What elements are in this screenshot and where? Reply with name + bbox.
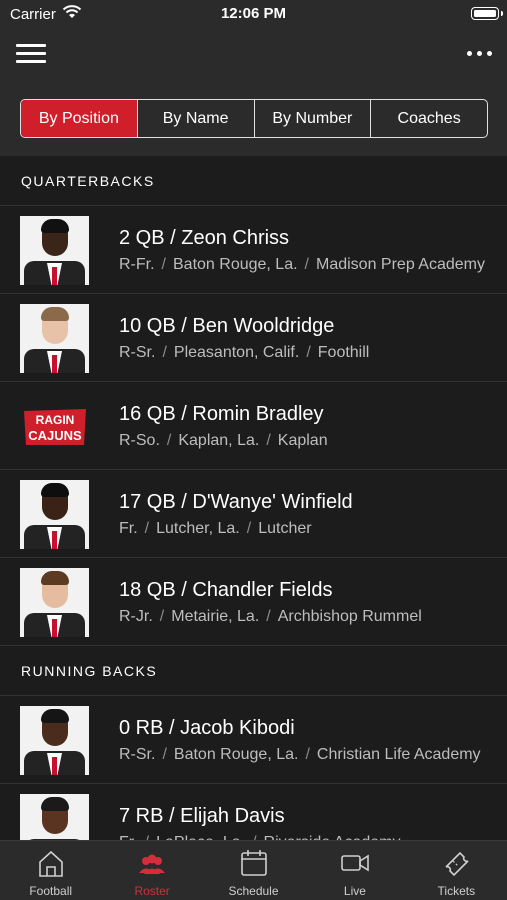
player-school: Foothill bbox=[317, 344, 370, 361]
player-row[interactable]: RAGIN CAJUNS 16 QB / Romin Bradley R-So. / Ka… bbox=[0, 382, 507, 470]
section-header-running-backs: RUNNING BACKS bbox=[0, 646, 507, 696]
more-dots-icon[interactable] bbox=[467, 44, 493, 62]
roster-filter-segmented-control: By Position By Name By Number Coaches bbox=[20, 99, 488, 138]
calendar-icon bbox=[240, 850, 267, 876]
player-class: R-Sr. bbox=[119, 344, 156, 361]
player-name: 17 QB / D'Wanye' Winfield bbox=[119, 491, 353, 513]
battery-icon bbox=[471, 7, 503, 20]
player-class: R-So. bbox=[119, 432, 160, 449]
segment-by-name[interactable]: By Name bbox=[136, 100, 254, 137]
tab-label: Football bbox=[29, 884, 73, 898]
tab-label: Roster bbox=[134, 884, 170, 898]
player-hometown: Baton Rouge, La. bbox=[173, 256, 298, 273]
player-row[interactable]: 2 QB / Zeon Chriss R-Fr. / Baton Rouge, La.… bbox=[0, 206, 507, 294]
tab-live[interactable]: Live bbox=[304, 841, 405, 900]
separator: / bbox=[159, 608, 165, 625]
player-name: 7 RB / Elijah Davis bbox=[119, 805, 285, 827]
tab-label: Live bbox=[343, 884, 366, 898]
svg-text:RAGIN: RAGIN bbox=[35, 413, 74, 427]
football-home-icon bbox=[38, 850, 63, 877]
separator: / bbox=[162, 746, 167, 763]
player-details: R-Fr. / Baton Rouge, La. / Madison Prep Acad… bbox=[119, 256, 491, 274]
separator: / bbox=[304, 256, 309, 273]
tab-label: Tickets bbox=[437, 884, 476, 898]
player-class: R-Sr. bbox=[119, 746, 156, 763]
tab-bar: Football Roster Schedule Live Tickets bbox=[0, 840, 507, 900]
ticket-icon bbox=[445, 851, 469, 877]
section-header-quarterbacks: QUARTERBACKS bbox=[0, 156, 507, 206]
tab-roster[interactable]: Roster bbox=[101, 841, 202, 900]
separator: / bbox=[144, 520, 150, 537]
separator: / bbox=[161, 256, 166, 273]
player-school: Lutcher bbox=[258, 520, 312, 537]
separator: / bbox=[246, 520, 252, 537]
player-name: 10 QB / Ben Wooldridge bbox=[119, 315, 335, 337]
player-name: 18 QB / Chandler Fields bbox=[119, 579, 333, 601]
separator: / bbox=[162, 344, 167, 361]
separator: / bbox=[305, 746, 310, 763]
player-details: R-Sr. / Baton Rouge, La. / Christian Life Ac… bbox=[119, 746, 491, 764]
player-row[interactable]: 18 QB / Chandler Fields R-Jr. / Metairie, L… bbox=[0, 558, 507, 646]
player-hometown: Baton Rouge, La. bbox=[173, 746, 299, 763]
player-class: R-Fr. bbox=[119, 256, 155, 273]
player-photo bbox=[20, 794, 89, 840]
team-logo: RAGIN CAJUNS bbox=[20, 392, 89, 461]
top-bar: By Position By Name By Number Coaches bbox=[0, 30, 507, 156]
svg-text:CAJUNS: CAJUNS bbox=[28, 428, 82, 443]
separator: / bbox=[306, 344, 311, 361]
player-name: 2 QB / Zeon Chriss bbox=[119, 227, 290, 249]
status-bar: Carrier 12:06 PM bbox=[0, 0, 507, 30]
segment-by-position[interactable]: By Position bbox=[21, 100, 137, 137]
player-school: Archbishop Rummel bbox=[277, 608, 422, 625]
player-class: Fr. bbox=[119, 520, 138, 537]
clock: 12:06 PM bbox=[220, 5, 287, 22]
player-school: Madison Prep Academy bbox=[316, 256, 485, 273]
player-photo bbox=[20, 568, 89, 637]
player-class: R-Jr. bbox=[119, 608, 153, 625]
player-hometown: Metairie, La. bbox=[171, 608, 260, 625]
ragin-cajuns-logo-icon: RAGINCAJUNS bbox=[23, 408, 86, 445]
player-name: 16 QB / Romin Bradley bbox=[119, 403, 324, 425]
roster-list[interactable]: QUARTERBACKS 2 QB / Zeon Chriss R-Fr. / Bato… bbox=[0, 156, 507, 840]
segment-coaches[interactable]: Coaches bbox=[370, 100, 487, 137]
separator: / bbox=[266, 432, 271, 449]
player-hometown: Pleasanton, Calif. bbox=[173, 344, 300, 361]
roster-people-icon bbox=[139, 854, 166, 874]
hamburger-menu-icon[interactable] bbox=[16, 44, 46, 63]
tab-tickets[interactable]: Tickets bbox=[406, 841, 507, 900]
tab-schedule[interactable]: Schedule bbox=[203, 841, 304, 900]
player-school: Kaplan bbox=[277, 432, 328, 449]
player-name: 0 RB / Jacob Kibodi bbox=[119, 717, 295, 739]
player-photo bbox=[20, 304, 89, 373]
player-row[interactable]: 10 QB / Ben Wooldridge R-Sr. / Pleasanton, … bbox=[0, 294, 507, 382]
player-details: R-So. / Kaplan, La. / Kaplan bbox=[119, 432, 491, 450]
player-details: Fr. / Lutcher, La. / Lutcher bbox=[119, 520, 491, 538]
player-row[interactable]: 0 RB / Jacob Kibodi R-Sr. / Baton Rouge, La… bbox=[0, 696, 507, 784]
player-details: R-Sr. / Pleasanton, Calif. / Foothill bbox=[119, 344, 491, 362]
tab-football[interactable]: Football bbox=[0, 841, 101, 900]
separator: / bbox=[266, 608, 271, 625]
player-photo bbox=[20, 480, 89, 549]
separator: / bbox=[166, 432, 172, 449]
player-row[interactable]: 7 RB / Elijah DavisFr./LaPlace, La./Rive… bbox=[0, 784, 507, 840]
player-photo bbox=[20, 706, 89, 775]
player-school: Christian Life Academy bbox=[316, 746, 481, 763]
player-hometown: Kaplan, La. bbox=[178, 432, 260, 449]
player-details: R-Jr. / Metairie, La. / Archbishop Rummel bbox=[119, 608, 491, 626]
video-camera-icon bbox=[341, 854, 369, 872]
player-hometown: Lutcher, La. bbox=[156, 520, 240, 537]
segment-by-number[interactable]: By Number bbox=[253, 100, 371, 137]
tab-label: Schedule bbox=[228, 884, 279, 898]
player-photo bbox=[20, 216, 89, 285]
player-row[interactable]: 17 QB / D'Wanye' Winfield Fr. / Lutcher, La… bbox=[0, 470, 507, 558]
